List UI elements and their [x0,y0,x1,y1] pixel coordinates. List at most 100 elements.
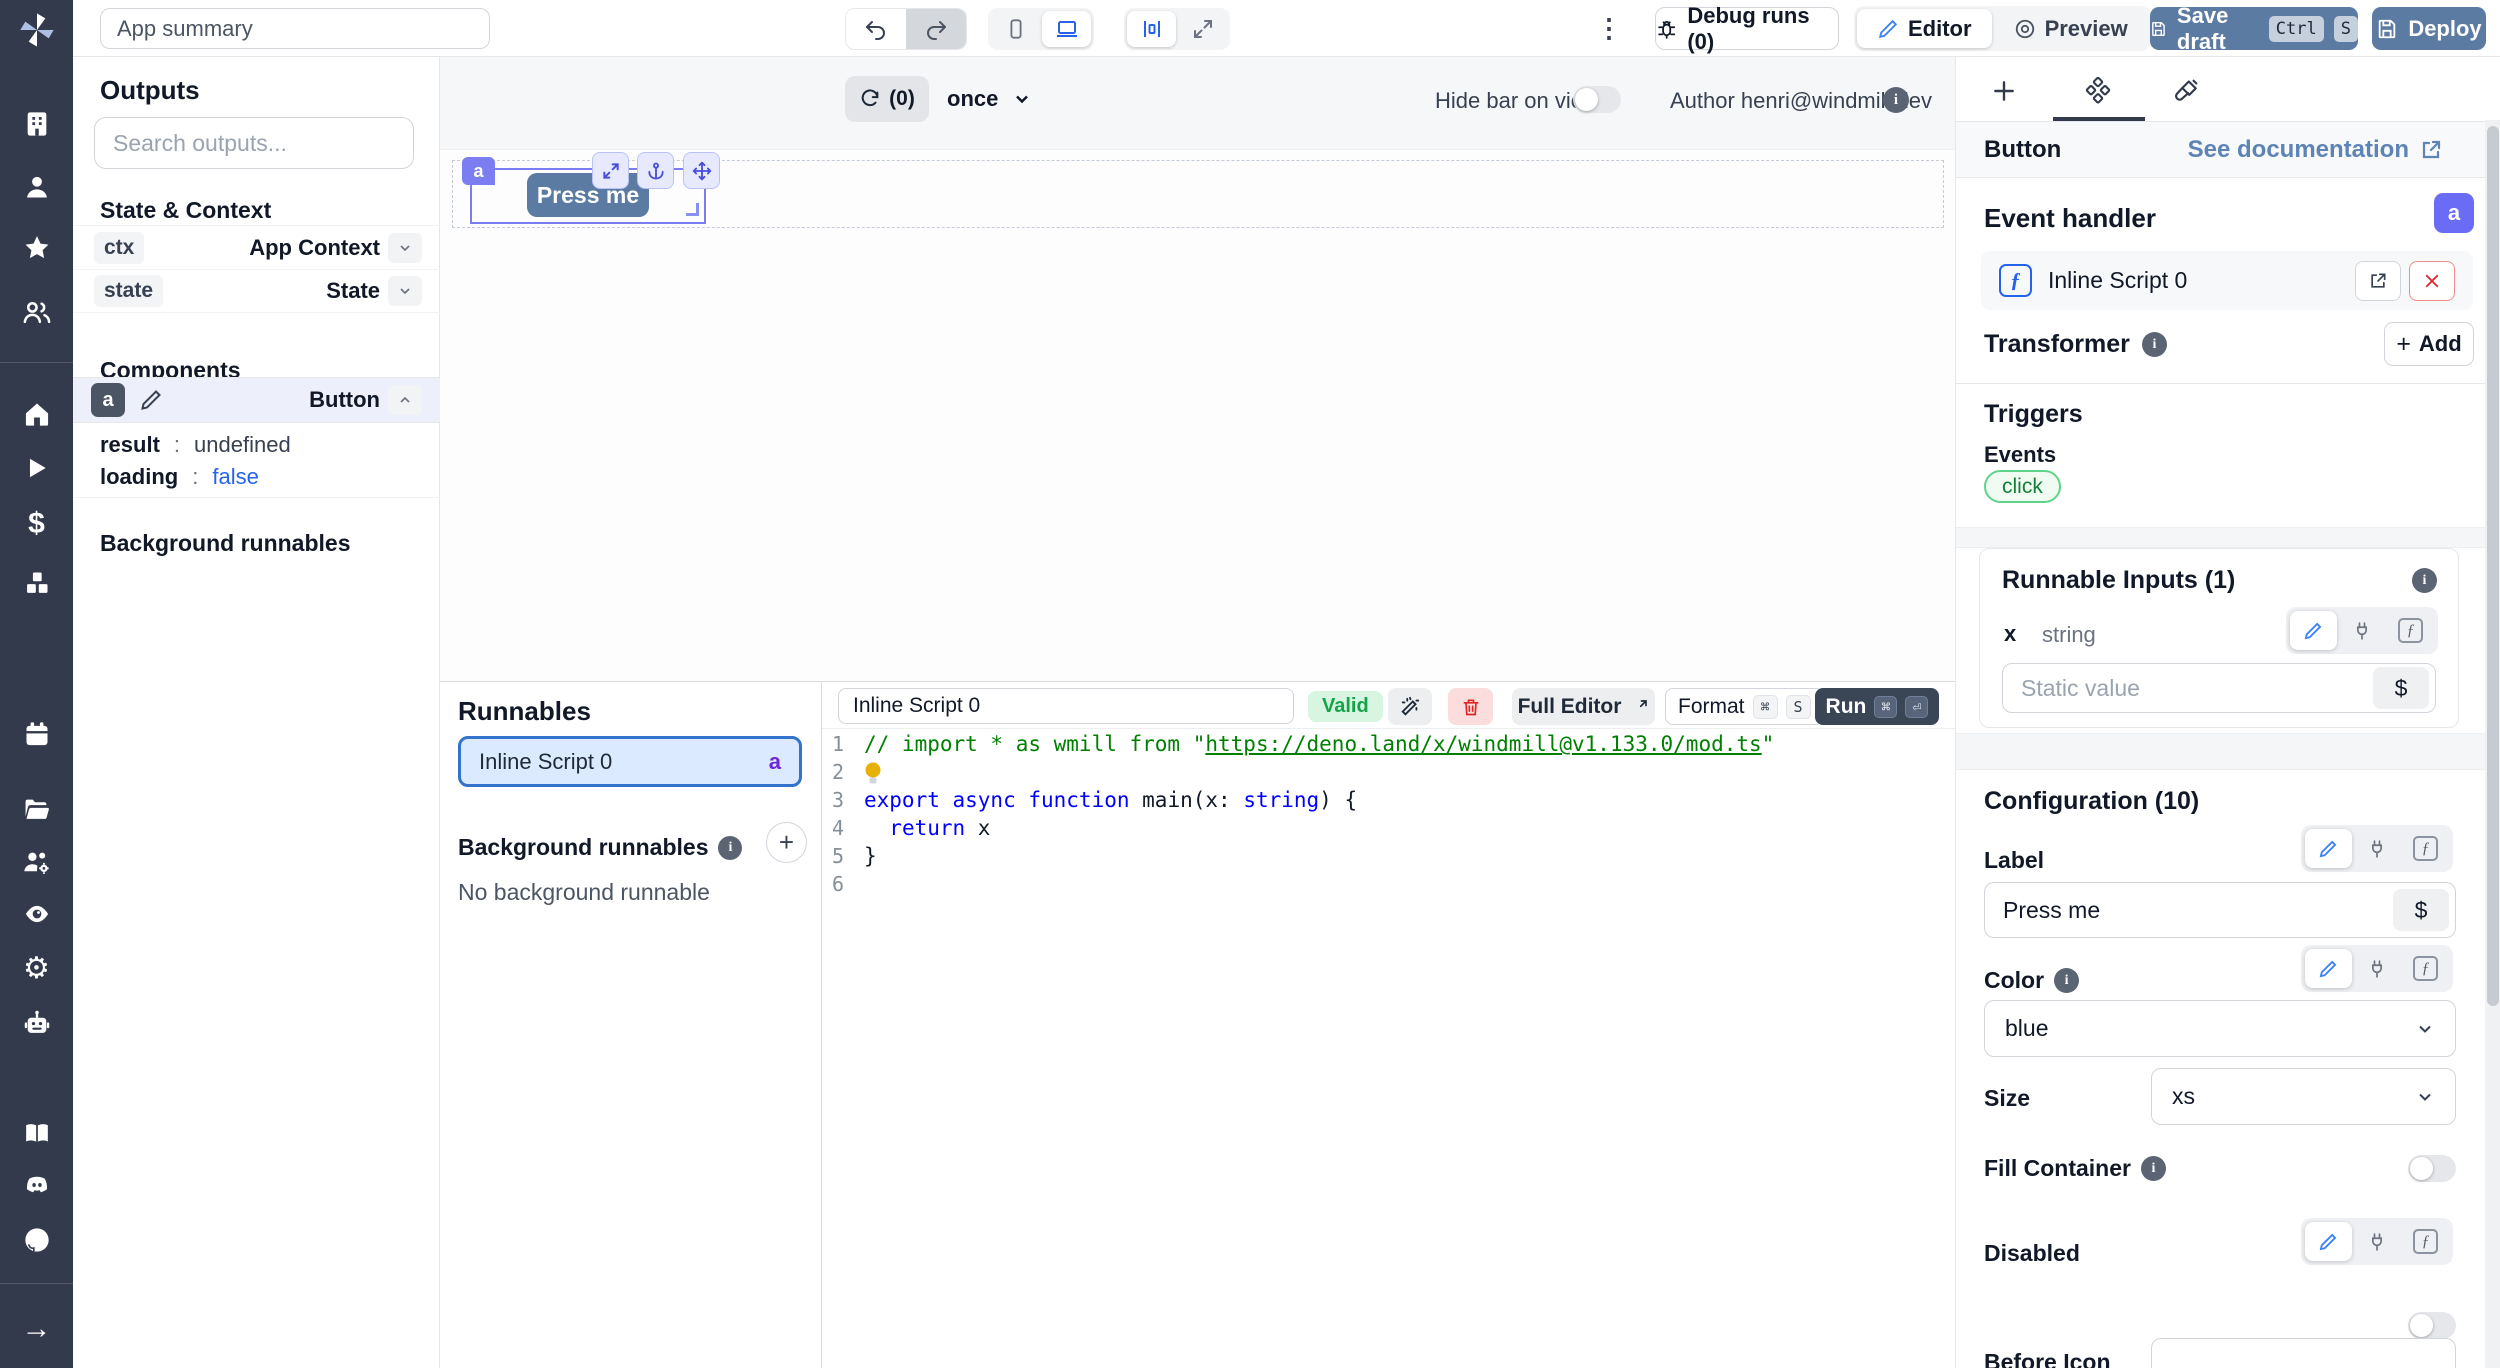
cubes-icon[interactable] [21,567,53,599]
dollar-icon[interactable]: $ [21,508,53,540]
eval-mode-button[interactable]: ƒ [2387,611,2434,650]
chevron-up-icon[interactable] [388,385,422,415]
open-script-button[interactable] [2355,261,2401,301]
static-mode-button[interactable] [2305,829,2352,868]
output-row-ctx[interactable]: ctx App Context [73,225,440,269]
disabled-toggle[interactable] [2408,1312,2456,1339]
center-layout-button[interactable] [1127,11,1176,47]
gear-icon[interactable]: ⚙ [21,953,53,985]
undo-button[interactable] [846,9,906,49]
move-handle-button[interactable] [683,152,720,189]
pencil-icon [2318,1232,2338,1252]
before-icon-select[interactable] [2151,1338,2456,1368]
connect-mode-button[interactable] [2339,611,2386,650]
dollar-insert-button[interactable]: $ [2393,889,2449,931]
app-canvas[interactable]: (0) once Hide bar on view Author henri@w… [440,57,1955,681]
connect-mode-button[interactable] [2354,1222,2401,1261]
mobile-view-button[interactable] [991,11,1040,47]
remove-script-button[interactable] [2409,261,2455,301]
github-icon[interactable] [21,1224,53,1256]
refresh-all-button[interactable]: (0) [845,76,929,122]
color-select[interactable]: blue [1984,1000,2456,1057]
chevron-down-icon[interactable] [388,233,422,263]
eval-mode-button[interactable]: ƒ [2402,949,2449,988]
info-icon[interactable]: i [2141,1156,2166,1181]
debug-runs-button[interactable]: Debug runs (0) [1655,7,1839,50]
label-value-input[interactable]: Press me $ [1984,882,2456,938]
runnable-item-inline-script-0[interactable]: Inline Script 0 a [458,736,802,787]
lightbulb-hint-icon[interactable] [864,760,882,786]
hide-bar-toggle[interactable] [1573,86,1621,113]
users-gear-icon[interactable] [21,846,53,878]
expand-handle-button[interactable] [592,152,629,189]
eye-icon[interactable] [21,898,53,930]
static-mode-button[interactable] [2305,949,2352,988]
home-icon[interactable] [21,398,53,430]
connect-mode-button[interactable] [2354,829,2401,868]
star-icon[interactable] [21,232,53,264]
see-documentation-link[interactable]: See documentation [2188,136,2443,164]
more-menu-button[interactable]: ⋮ [1595,10,1623,46]
eval-mode-button[interactable]: ƒ [2402,1222,2449,1261]
dollar-insert-button[interactable]: $ [2373,667,2429,709]
transformer-title: Transformer i [1984,330,2167,359]
script-name-input[interactable] [838,688,1294,724]
desktop-view-button[interactable] [1042,11,1091,47]
search-outputs-input[interactable] [94,117,414,169]
code-editor[interactable]: 1// import * as wmill from "https://deno… [822,730,1955,1368]
calendar-icon[interactable] [21,718,53,750]
run-button[interactable]: Run ⌘ ⏎ [1815,688,1939,725]
eval-mode-button[interactable]: ƒ [2402,829,2449,868]
info-icon[interactable]: i [1883,87,1909,113]
fill-container-toggle[interactable] [2408,1155,2456,1182]
add-transformer-button[interactable]: + Add [2384,322,2474,366]
user-icon[interactable] [21,171,53,203]
output-row-state[interactable]: state State [73,269,440,313]
chevron-down-icon[interactable] [388,276,422,306]
robot-icon[interactable] [21,1007,53,1039]
deploy-button[interactable]: Deploy [2372,7,2486,50]
tab-styling[interactable] [2166,71,2206,111]
add-background-runnable-button[interactable]: + [766,822,807,863]
size-select[interactable]: xs [2151,1068,2456,1125]
static-mode-button[interactable] [2290,611,2337,650]
full-editor-button[interactable]: Full Editor [1512,688,1655,725]
save-draft-button[interactable]: Save draft Ctrl S [2150,7,2358,50]
connect-mode-button[interactable] [2354,949,2401,988]
kbd-s: S [2334,16,2358,42]
info-icon[interactable]: i [718,836,742,860]
static-value-input[interactable]: Static value $ [2002,663,2436,713]
redo-button[interactable] [906,9,966,49]
press-me-button[interactable]: Press me [527,173,649,217]
folder-open-icon[interactable] [21,793,53,825]
tab-component-settings[interactable] [2078,71,2118,111]
full-width-button[interactable] [1178,11,1227,47]
anchor-handle-button[interactable] [637,152,674,189]
users-icon[interactable] [21,296,53,328]
resize-handle[interactable] [686,203,699,216]
pencil-icon[interactable] [139,388,163,412]
format-button[interactable]: Format ⌘ S [1665,688,1824,725]
play-icon[interactable] [21,452,53,484]
component-tag-a[interactable]: a [462,157,495,185]
tab-insert-component[interactable] [1984,71,2024,111]
arrow-right-icon[interactable]: → [21,1313,53,1345]
app-summary-input[interactable] [100,8,490,49]
info-icon[interactable]: i [2142,332,2167,357]
ai-assistant-button[interactable] [1388,688,1432,725]
tab-editor[interactable]: Editor [1857,9,1992,48]
delete-script-button[interactable] [1448,688,1493,725]
size-field-label: Size [1984,1085,2030,1112]
book-open-icon[interactable] [21,1117,53,1149]
component-row-a[interactable]: a Button [73,377,440,423]
static-mode-button[interactable] [2305,1222,2352,1261]
refresh-mode-dropdown[interactable]: once [947,76,1032,122]
event-handler-script-card[interactable]: ƒ Inline Script 0 [1981,251,2473,310]
windmill-logo-icon[interactable] [15,8,59,52]
info-icon[interactable]: i [2054,968,2079,993]
building-icon[interactable] [21,108,53,140]
tab-preview[interactable]: Preview [1994,9,2148,48]
discord-icon[interactable] [21,1169,53,1201]
info-icon[interactable]: i [2412,568,2437,593]
scrollbar-thumb[interactable] [2487,126,2499,1006]
